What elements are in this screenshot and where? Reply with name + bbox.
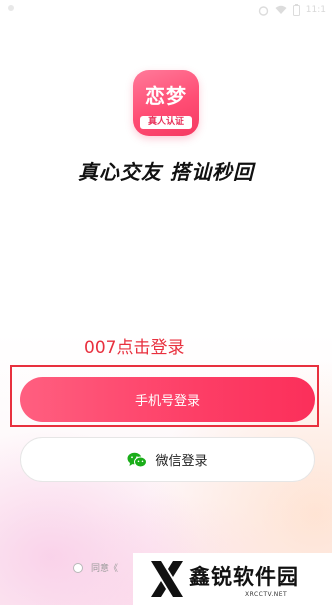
watermark-name: 鑫锐软件园 xyxy=(189,565,299,589)
wechat-login-label: 微信登录 xyxy=(155,453,208,468)
status-icons: 11:1 xyxy=(258,2,326,18)
wifi-icon xyxy=(275,5,287,14)
watermark-logo-icon xyxy=(151,561,183,597)
agreement-text: 同意《 xyxy=(91,564,119,574)
agreement-row: 同意《 xyxy=(73,561,118,574)
app-logo: 恋梦 真人认证 xyxy=(133,70,199,136)
phone-login-button[interactable]: 手机号登录 xyxy=(20,377,315,422)
status-indicator-icon xyxy=(8,5,14,11)
app-slogan: 真心交友 搭讪秒回 xyxy=(78,160,254,184)
status-bar: 11:1 xyxy=(0,0,332,20)
watermark: 鑫锐软件园 XRCCTV.NET xyxy=(133,553,332,605)
wechat-icon xyxy=(127,452,148,467)
watermark-site: XRCCTV.NET xyxy=(245,591,288,598)
alarm-icon xyxy=(258,5,268,16)
wechat-login-button[interactable]: 微信登录 xyxy=(20,437,315,482)
battery-icon xyxy=(292,4,300,16)
app-logo-title: 恋梦 xyxy=(145,84,187,108)
agreement-checkbox[interactable] xyxy=(73,562,83,573)
clock-time: 11:1 xyxy=(305,5,326,15)
tutorial-annotation: 007点击登录 xyxy=(84,338,185,358)
verified-badge: 真人认证 xyxy=(140,116,192,129)
